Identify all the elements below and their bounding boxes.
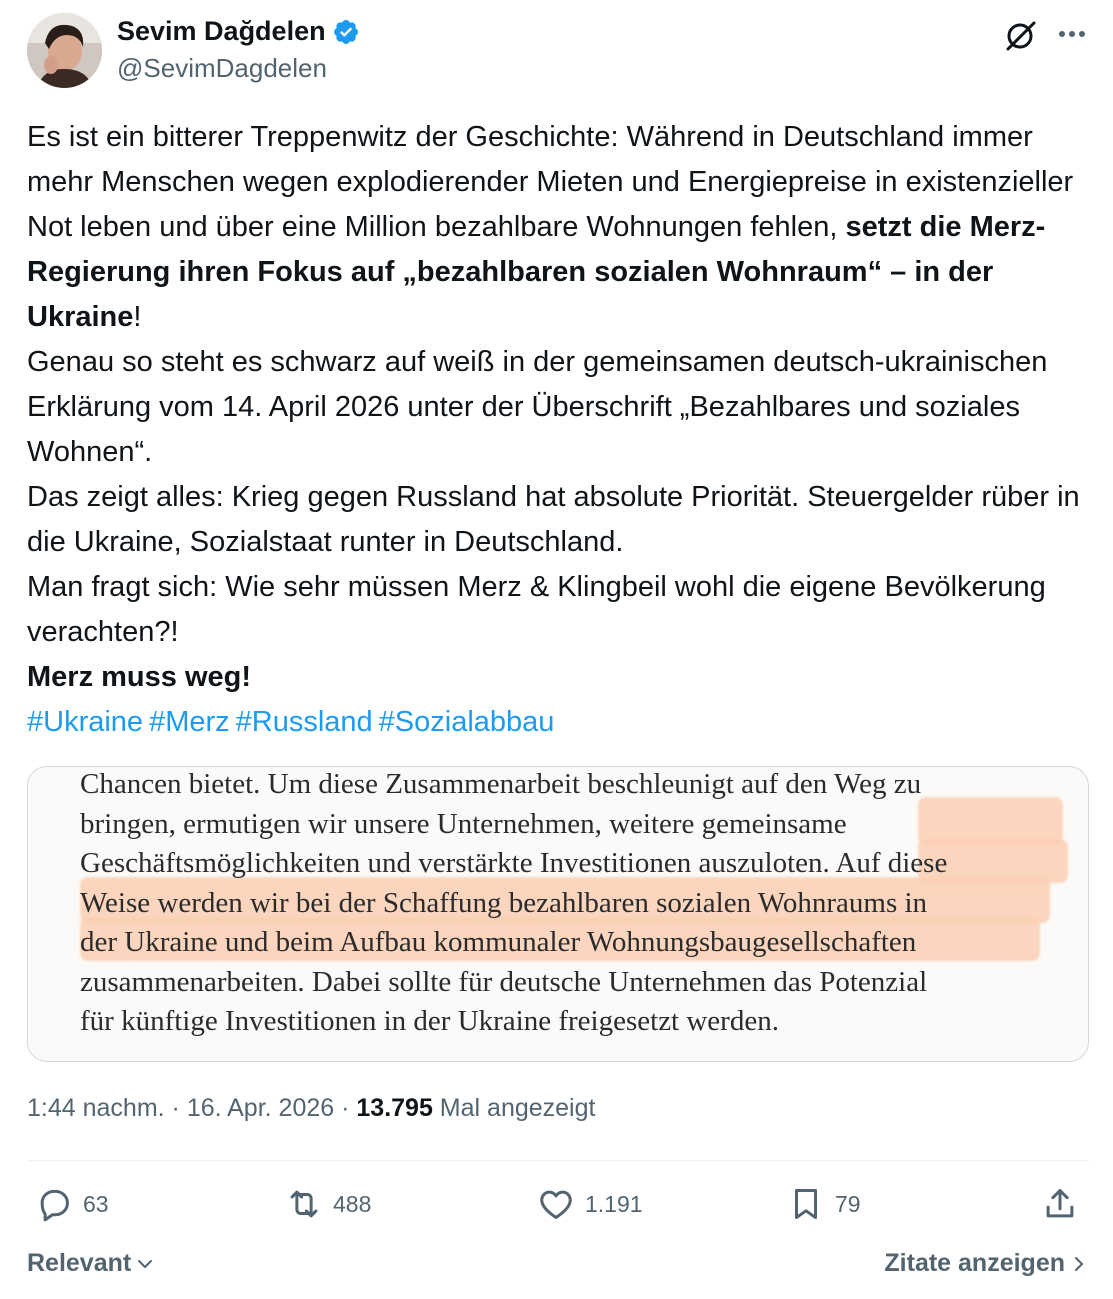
sort-label: Relevant [27,1249,132,1277]
hashtag-list: #Ukraine #Merz #Russland #Sozialabbau [27,700,1097,745]
author-handle[interactable]: @SevimDagdelen [117,53,327,84]
tweet-date[interactable]: 16. Apr. 2026 [187,1094,334,1122]
bookmark-count: 79 [835,1190,861,1217]
reply-button[interactable]: 63 [35,1185,109,1223]
sort-dropdown[interactable]: Relevant [27,1249,155,1278]
share-button[interactable] [1041,1185,1089,1223]
tweet-paragraph-5: Merz muss weg! [27,661,251,693]
chevron-down-icon [138,1259,153,1268]
excerpt-line: Geschäftsmöglichkeiten und verstärkte In… [80,847,948,879]
tweet-paragraph-2: Genau so steht es schwarz auf weiß in de… [27,346,1048,468]
reply-count: 63 [83,1190,109,1217]
hashtag-link[interactable]: #Sozialabbau [379,706,555,738]
repost-icon [290,1190,318,1218]
like-count: 1.191 [585,1190,643,1217]
hashtag-link[interactable]: #Russland [236,706,373,738]
author-name[interactable]: Sevim Dağdelen [117,16,326,47]
media-image[interactable]: Chancen bietet. Um diese Zusammenarbeit … [27,766,1089,1062]
tweet-paragraph-1: Es ist ein bitterer Treppenwitz der Gesc… [27,121,1074,333]
verified-badge-icon[interactable] [332,18,360,46]
hashtag-link[interactable]: #Ukraine [27,706,143,738]
repost-button[interactable]: 488 [285,1185,371,1223]
bookmark-icon [794,1189,818,1219]
tweet-paragraph-3: Das zeigt alles: Krieg gegen Russland ha… [27,481,1080,558]
excerpt-line: Weise werden wir bei der Schaffung bezah… [80,886,928,919]
heart-icon [540,1190,572,1219]
reply-icon [40,1189,69,1222]
document-excerpt: Chancen bietet. Um diese Zusammenarbeit … [80,767,1080,1042]
view-quotes-label: Zitate anzeigen [884,1249,1065,1277]
views-label: Mal angezeigt [432,1094,596,1122]
chevron-right-icon [1075,1256,1083,1271]
share-icon [1046,1189,1074,1218]
excerpt-line: zusammenarbeiten. Dabei sollte für deuts… [80,965,928,998]
views-count: 13.795 [356,1094,433,1122]
more-options-icon[interactable] [1055,17,1089,51]
tweet-text: Es ist ein bitterer Treppenwitz der Gesc… [27,115,1097,745]
grok-icon[interactable] [1004,18,1038,52]
tweet-meta: 1:44 nachm. · 16. Apr. 2026 · 13.795 Mal… [27,1094,596,1122]
bookmark-button[interactable]: 79 [787,1185,861,1223]
repost-count: 488 [333,1190,372,1217]
hashtag-link[interactable]: #Merz [149,706,230,738]
view-quotes-link[interactable]: Zitate anzeigen [884,1249,1089,1278]
tweet-time[interactable]: 1:44 nachm. [27,1094,165,1122]
tweet-paragraph-4: Man fragt sich: Wie sehr müssen Merz & K… [27,571,1046,648]
excerpt-line: bringen, ermutigen wir unsere Unternehme… [80,807,847,840]
divider [27,1160,1089,1161]
excerpt-line: Chancen bietet. Um diese Zusammenarbeit … [80,768,922,800]
like-button[interactable]: 1.191 [537,1185,643,1223]
avatar[interactable] [27,13,102,88]
action-bar: 63 488 1.191 79 [27,1185,1089,1229]
tweet-header: Sevim Dağdelen @SevimDagdelen [27,13,1087,89]
excerpt-line: der Ukraine und beim Aufbau kommunaler W… [80,926,917,958]
excerpt-line: für künftige Investitionen in der Ukrain… [80,1005,779,1037]
